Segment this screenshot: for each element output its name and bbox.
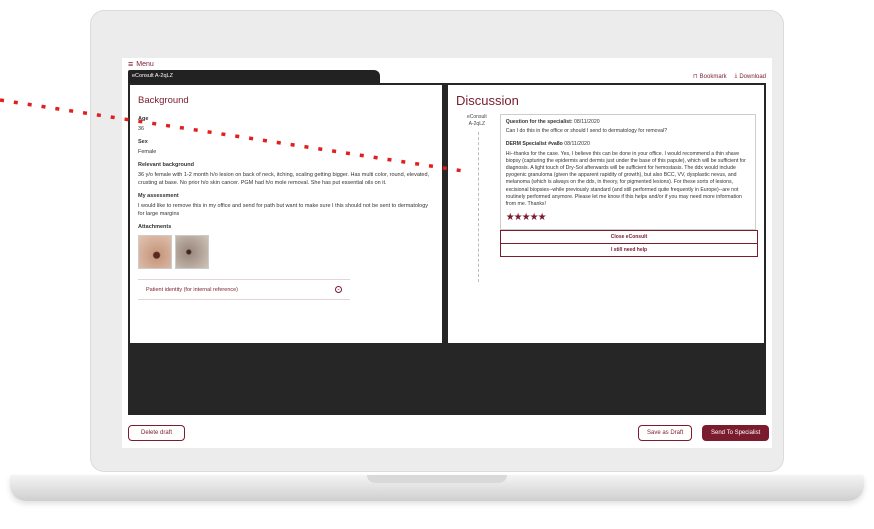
top-actions: ⊓ Bookmark ⤓ Download (693, 73, 766, 80)
bookmark-label: Bookmark (699, 73, 727, 80)
answer-head: DERM Specialist #va8o (505, 141, 563, 148)
laptop-notch (367, 475, 507, 483)
relevant-background-value: 36 y/o female with 1-2 month h/o lesion … (138, 172, 430, 186)
send-to-specialist-button[interactable]: Send To Specialist (702, 425, 770, 441)
discussion-panel: Discussion eConsult A-2qLZ Question for … (448, 85, 764, 343)
background-title: Background (138, 95, 189, 106)
rating-stars[interactable]: ★★★★★ (506, 212, 750, 223)
discussion-title: Discussion (456, 93, 519, 108)
star-icon[interactable]: ★ (538, 212, 547, 223)
hamburger-icon: ≡ (128, 59, 134, 69)
attachment-thumbnail[interactable] (175, 235, 209, 269)
relevant-background-label: Relevant background (138, 162, 194, 168)
question-head: Question for the specialist: (505, 119, 573, 125)
close-econsult-button[interactable]: Close eConsult (500, 230, 758, 245)
thread-line (478, 132, 479, 282)
footer-bar: Delete draft Save as Draft Send To Speci… (122, 418, 772, 448)
consult-id-line1: eConsult (466, 114, 487, 120)
save-draft-button[interactable]: Save as Draft (638, 425, 693, 441)
attachments-label: Attachments (138, 224, 172, 230)
question-date: 08/11/2020 (574, 119, 600, 125)
menu-button[interactable]: ≡ Menu (128, 59, 154, 69)
attachment-thumbnail[interactable] (138, 235, 172, 269)
download-icon: ⤓ (734, 73, 738, 79)
age-label: Age (138, 116, 149, 122)
consult-id-line2: A-2qLZ (468, 121, 486, 127)
need-help-button[interactable]: I still need help (500, 244, 758, 258)
background-panel: Background Age 36 Sex Female Relevant ba… (130, 85, 442, 343)
answer-date: 08/11/2020 (564, 141, 590, 148)
consult-tab[interactable]: eConsult A-2qLZ (128, 70, 380, 83)
star-icon[interactable]: ★ (514, 212, 523, 223)
assessment-value: I would like to remove this in my office… (138, 203, 429, 217)
bookmark-icon: ⊓ (692, 74, 698, 80)
laptop-screen: ≡ Menu eConsult A-2qLZ ⊓ Bookmark ⤓ Down… (122, 58, 772, 448)
answer-text: Hi--thanks for the case. Yes, I believe … (505, 150, 746, 208)
consult-id: eConsult A-2qLZ (456, 114, 498, 230)
bookmark-button[interactable]: ⊓ Bookmark (692, 73, 727, 81)
question-header: Question for the specialist: 08/11/2020 (506, 119, 750, 126)
download-button[interactable]: ⤓ Download (735, 73, 766, 80)
star-icon[interactable]: ★ (522, 212, 531, 223)
star-icon[interactable]: ★ (530, 212, 539, 223)
question-text: Can I do this in the office or should I … (505, 128, 668, 135)
assessment-label: My assessment (138, 193, 179, 199)
download-label: Download (739, 73, 766, 80)
patient-identity-label: Patient identity (for internal reference… (146, 286, 239, 293)
age-value: 36 (138, 126, 145, 132)
delete-draft-button[interactable]: Delete draft (128, 425, 186, 441)
menu-label: Menu (136, 60, 154, 68)
sex-value: Female (138, 149, 157, 155)
sex-label: Sex (138, 139, 148, 145)
discussion-card: Question for the specialist: 08/11/2020 … (499, 114, 756, 231)
answer-header: DERM Specialist #va8o 08/11/2020 (506, 141, 750, 148)
attachments-row (138, 235, 434, 269)
expand-circle-icon: ⌄ (335, 286, 342, 293)
star-icon[interactable]: ★ (506, 212, 515, 223)
patient-identity-toggle[interactable]: Patient identity (for internal reference… (138, 279, 350, 300)
discussion-thread: eConsult A-2qLZ Question for the special… (456, 114, 756, 282)
